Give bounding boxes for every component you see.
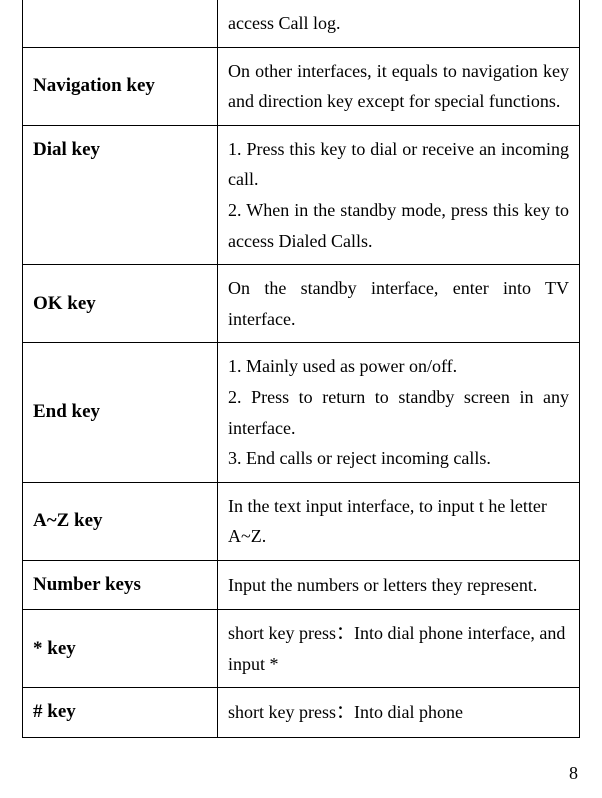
- table-row: A~Z key In the text input interface, to …: [23, 482, 580, 560]
- key-desc-cell: On the standby interface, enter into TV …: [218, 265, 580, 343]
- key-desc-cell: On other interfaces, it equals to naviga…: [218, 47, 580, 125]
- key-desc-cell: 1. Press this key to dial or receive an …: [218, 125, 580, 264]
- table-row: # key short key press：Into dial phone: [23, 688, 580, 737]
- key-label-cell: A~Z key: [23, 482, 218, 560]
- key-desc-cell: In the text input interface, to input t …: [218, 482, 580, 560]
- page-number: 8: [569, 763, 578, 784]
- table-row: Number keys Input the numbers or letters…: [23, 560, 580, 609]
- key-desc-cell: Input the numbers or letters they repres…: [218, 560, 580, 609]
- key-desc-cell: short key press：Into dial phone: [218, 688, 580, 737]
- key-label-cell: * key: [23, 610, 218, 688]
- key-desc-cell: short key press：Into dial phone interfac…: [218, 610, 580, 688]
- table-row: Navigation key On other interfaces, it e…: [23, 47, 580, 125]
- key-label-cell: [23, 0, 218, 47]
- key-label-cell: # key: [23, 688, 218, 737]
- key-label-cell: Dial key: [23, 125, 218, 264]
- table-row: access Call log.: [23, 0, 580, 47]
- key-desc-cell: access Call log.: [218, 0, 580, 47]
- key-functions-table: access Call log. Navigation key On other…: [22, 0, 580, 738]
- key-label-cell: Navigation key: [23, 47, 218, 125]
- key-label-cell: Number keys: [23, 560, 218, 609]
- table-row: * key short key press：Into dial phone in…: [23, 610, 580, 688]
- key-label-cell: OK key: [23, 265, 218, 343]
- table-row: OK key On the standby interface, enter i…: [23, 265, 580, 343]
- key-desc-cell: 1. Mainly used as power on/off.2. Press …: [218, 343, 580, 482]
- table-row: Dial key 1. Press this key to dial or re…: [23, 125, 580, 264]
- table-row: End key 1. Mainly used as power on/off.2…: [23, 343, 580, 482]
- key-label-cell: End key: [23, 343, 218, 482]
- page-content: access Call log. Navigation key On other…: [0, 0, 602, 738]
